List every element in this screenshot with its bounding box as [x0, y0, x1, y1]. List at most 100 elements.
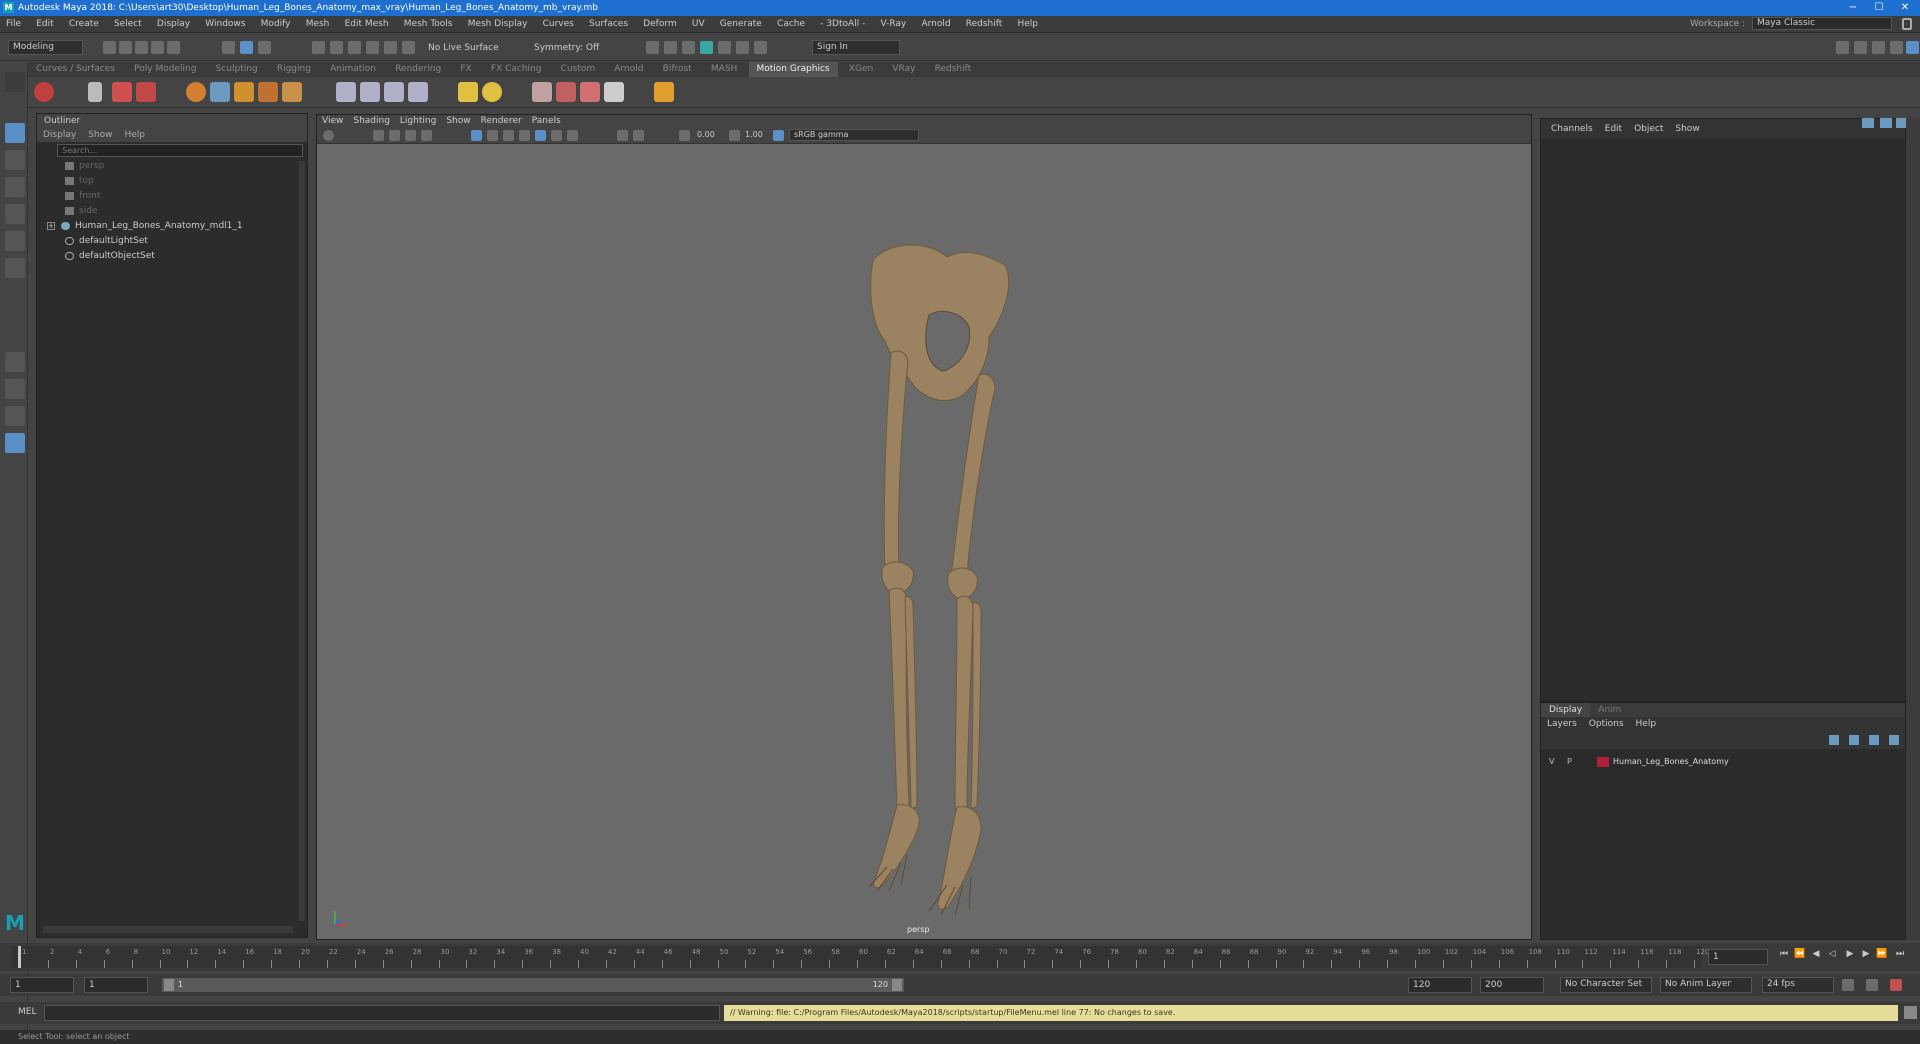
outliner-scrollbar[interactable]: [299, 161, 305, 921]
menu-edit-mesh[interactable]: Edit Mesh: [339, 16, 395, 33]
skeleton-model[interactable]: [317, 115, 1533, 941]
menu-windows[interactable]: Windows: [199, 16, 251, 33]
menu-mesh-display[interactable]: Mesh Display: [462, 16, 534, 33]
image-plane-icon[interactable]: [258, 82, 278, 102]
rotate-tool-icon[interactable]: [5, 231, 25, 251]
new-empty-layer-icon[interactable]: [1869, 735, 1879, 745]
select-object-icon[interactable]: [240, 41, 253, 54]
maximize-button[interactable]: ☐: [1866, 0, 1892, 16]
menu-mesh-tools[interactable]: Mesh Tools: [398, 16, 459, 33]
snap-curve-icon[interactable]: [330, 41, 343, 54]
symmetry-label[interactable]: Symmetry: Off: [534, 43, 599, 53]
menu-display[interactable]: Display: [151, 16, 196, 33]
list-icon[interactable]: [88, 82, 102, 102]
mash-network-icon[interactable]: [34, 82, 54, 102]
character-set-dropdown[interactable]: No Character Set: [1560, 977, 1652, 993]
snap-surface-icon[interactable]: [384, 41, 397, 54]
menu-select[interactable]: Select: [108, 16, 148, 33]
playback-end-field[interactable]: 120: [1408, 977, 1472, 993]
menu-redshift[interactable]: Redshift: [960, 16, 1009, 33]
snap-grid-icon[interactable]: [312, 41, 325, 54]
lock-icon[interactable]: [1902, 18, 1912, 30]
channel-menu-show[interactable]: Show: [1669, 124, 1705, 134]
layer-menu-options[interactable]: Options: [1583, 719, 1630, 729]
render-view-icon[interactable]: [664, 41, 677, 54]
outliner-menu-show[interactable]: Show: [82, 130, 118, 140]
go-to-start-button[interactable]: ⏮: [1778, 948, 1790, 960]
menu-surfaces[interactable]: Surfaces: [583, 16, 634, 33]
pin-icon[interactable]: [1862, 118, 1874, 128]
ipr-render-icon[interactable]: [700, 41, 713, 54]
viewport-panel[interactable]: View Shading Lighting Show Renderer Panels 0.…: [316, 114, 1532, 940]
lasso-icon[interactable]: [384, 82, 404, 102]
move-layer-down-icon[interactable]: [1849, 735, 1859, 745]
outliner-item-persp[interactable]: persp: [37, 159, 307, 174]
menu-mesh[interactable]: Mesh: [300, 16, 336, 33]
new-scene-icon[interactable]: [103, 41, 116, 54]
menu-file[interactable]: File: [0, 16, 27, 33]
outliner-menu-display[interactable]: Display: [37, 130, 82, 140]
lasso-tool-icon[interactable]: [5, 150, 25, 170]
loop-icon[interactable]: [1842, 979, 1854, 991]
menu-3dtoall[interactable]: - 3DtoAll -: [814, 16, 871, 33]
outliner-menu-help[interactable]: Help: [118, 130, 151, 140]
sun-icon[interactable]: [482, 82, 502, 102]
select-hierarchy-icon[interactable]: [222, 41, 235, 54]
light-icon[interactable]: [458, 82, 478, 102]
menu-create[interactable]: Create: [63, 16, 105, 33]
outliner-item-side[interactable]: side: [37, 204, 307, 219]
shelf-tab-custom[interactable]: Custom: [553, 62, 603, 77]
move-layer-up-icon[interactable]: [1829, 735, 1839, 745]
rotate-curve-icon[interactable]: [408, 82, 428, 102]
scatter-icon[interactable]: [604, 82, 624, 102]
shelf-tab-motion-graphics[interactable]: Motion Graphics: [748, 62, 838, 77]
layer-menu-layers[interactable]: Layers: [1541, 719, 1583, 729]
mesh-icon[interactable]: [532, 82, 552, 102]
type-tool-icon[interactable]: [112, 82, 132, 102]
playback-start-field[interactable]: 1: [84, 977, 148, 993]
undo-icon[interactable]: [151, 41, 164, 54]
menu-arnold[interactable]: Arnold: [915, 16, 956, 33]
construction-history-icon[interactable]: [646, 41, 659, 54]
step-forward-frame-button[interactable]: ▶: [1860, 948, 1872, 960]
shirt-icon[interactable]: [556, 82, 576, 102]
four-view-layout-icon[interactable]: [5, 379, 25, 399]
range-end-handle[interactable]: [892, 979, 902, 991]
range-start-handle[interactable]: [164, 979, 174, 991]
move-tool-icon[interactable]: [5, 204, 25, 224]
paint-icon[interactable]: [580, 82, 600, 102]
paint-select-tool-icon[interactable]: [5, 177, 25, 197]
snap-pivot-icon[interactable]: [402, 41, 415, 54]
box-icon[interactable]: [282, 82, 302, 102]
snap-view-icon[interactable]: [366, 41, 379, 54]
menu-generate[interactable]: Generate: [714, 16, 768, 33]
go-to-end-button[interactable]: ⏭: [1894, 948, 1906, 960]
menu-edit[interactable]: Edit: [30, 16, 59, 33]
script-editor-icon[interactable]: [1904, 1006, 1917, 1019]
layer-row[interactable]: V P Human_Leg_Bones_Anatomy: [1541, 755, 1905, 769]
outliner-layout-icon[interactable]: [5, 433, 25, 453]
animation-end-field[interactable]: 200: [1480, 977, 1544, 993]
shelf-tab-fx-caching[interactable]: FX Caching: [483, 62, 550, 77]
shelf-tab-fx[interactable]: FX: [452, 62, 479, 77]
shelf-tab-mash[interactable]: MASH: [703, 62, 745, 77]
shelf-tab-rigging[interactable]: Rigging: [269, 62, 319, 77]
preferences-icon[interactable]: [1890, 979, 1902, 991]
play-forwards-button[interactable]: ▶: [1844, 948, 1856, 960]
shelf-tab-curves-surfaces[interactable]: Curves / Surfaces: [28, 62, 123, 77]
snap-point-icon[interactable]: [348, 41, 361, 54]
minimize-button[interactable]: −: [1840, 0, 1866, 16]
menu-modify[interactable]: Modify: [255, 16, 297, 33]
pause-icon[interactable]: [754, 41, 767, 54]
animation-start-field[interactable]: 1: [10, 977, 74, 993]
live-surface-label[interactable]: No Live Surface: [428, 43, 499, 53]
open-scene-icon[interactable]: [119, 41, 132, 54]
layer-menu-help[interactable]: Help: [1630, 719, 1663, 729]
menu-uv[interactable]: UV: [686, 16, 711, 33]
attribute-editor-icon[interactable]: [1854, 41, 1867, 54]
outliner-item-default-object-set[interactable]: defaultObjectSet: [37, 249, 307, 264]
step-back-frame-button[interactable]: ◀: [1810, 948, 1822, 960]
shelf-tab-poly-modeling[interactable]: Poly Modeling: [126, 62, 204, 77]
menu-set-dropdown[interactable]: Modeling: [8, 40, 83, 55]
expand-panel-icon[interactable]: [1896, 118, 1906, 128]
